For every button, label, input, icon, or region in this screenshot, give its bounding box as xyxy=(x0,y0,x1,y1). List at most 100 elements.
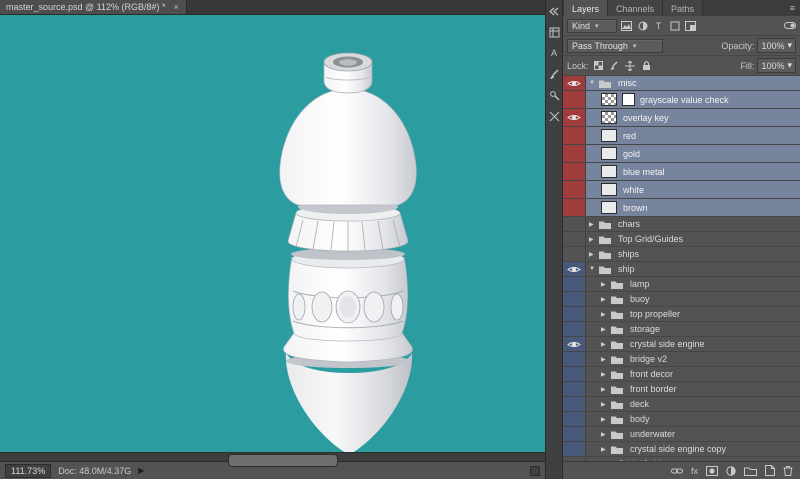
expand-toggle-icon[interactable]: ▶ xyxy=(601,281,610,288)
expand-toggle-icon[interactable]: ▶ xyxy=(601,401,610,408)
layer-name[interactable]: blue metal xyxy=(623,167,665,177)
layer-row[interactable]: gold xyxy=(563,145,800,163)
canvas[interactable] xyxy=(0,15,545,452)
layer-name[interactable]: crystal side engine copy xyxy=(630,444,726,454)
expand-toggle-icon[interactable]: ▶ xyxy=(601,371,610,378)
visibility-toggle[interactable] xyxy=(563,337,586,351)
brush-panel-icon[interactable] xyxy=(548,68,560,80)
layer-name[interactable]: gold xyxy=(623,149,640,159)
expand-toggle-icon[interactable]: ▶ xyxy=(601,431,610,438)
delete-layer-icon[interactable] xyxy=(783,465,793,476)
close-icon[interactable]: × xyxy=(174,2,179,12)
new-group-icon[interactable] xyxy=(744,466,757,476)
layer-name[interactable]: body xyxy=(630,414,650,424)
layer-row[interactable]: ▶ crystal side engine xyxy=(563,337,800,352)
layer-name[interactable]: misc xyxy=(618,78,637,88)
visibility-toggle[interactable] xyxy=(563,307,586,321)
collapse-panels-icon[interactable] xyxy=(548,5,560,17)
layer-row[interactable]: ▼ misc xyxy=(563,76,800,91)
layer-mask-thumbnail[interactable] xyxy=(622,93,635,106)
visibility-toggle[interactable] xyxy=(563,181,586,198)
visibility-toggle[interactable] xyxy=(563,412,586,426)
lock-all-icon[interactable] xyxy=(640,59,653,72)
visibility-toggle[interactable] xyxy=(563,262,586,276)
layer-row[interactable]: grayscale value check xyxy=(563,91,800,109)
link-layers-icon[interactable] xyxy=(670,467,683,475)
add-layer-mask-icon[interactable] xyxy=(706,465,718,476)
visibility-toggle[interactable] xyxy=(563,292,586,306)
layer-name[interactable]: red xyxy=(623,131,636,141)
visibility-toggle[interactable] xyxy=(563,76,586,90)
type-filter-icon[interactable]: T xyxy=(652,19,665,32)
lock-position-icon[interactable] xyxy=(624,59,637,72)
layer-row[interactable]: ▶ top propeller xyxy=(563,307,800,322)
layer-row[interactable]: white xyxy=(563,181,800,199)
layer-row[interactable]: ▶ buoy xyxy=(563,292,800,307)
layer-row-body[interactable]: ▶ front border xyxy=(586,382,800,396)
blend-mode-select[interactable]: Pass Through ▾ xyxy=(567,38,663,53)
layer-name[interactable]: Top Grid/Guides xyxy=(618,234,683,244)
visibility-toggle[interactable] xyxy=(563,109,586,126)
layer-row[interactable]: ▶ deck xyxy=(563,397,800,412)
visibility-toggle[interactable] xyxy=(563,247,586,261)
layer-row-body[interactable]: ▶ ships xyxy=(586,247,800,261)
expand-toggle-icon[interactable]: ▶ xyxy=(601,296,610,303)
layer-thumbnail[interactable] xyxy=(601,183,617,196)
layer-row[interactable]: overlay key xyxy=(563,109,800,127)
clone-source-panel-icon[interactable] xyxy=(548,110,560,122)
smart-object-filter-icon[interactable] xyxy=(684,19,697,32)
layer-row[interactable]: ▼ ship xyxy=(563,262,800,277)
layer-row[interactable]: ▶ crystal side engine copy xyxy=(563,442,800,457)
fill-value[interactable]: 100% ▾ xyxy=(757,58,796,73)
expand-toggle-icon[interactable]: ▶ xyxy=(601,326,610,333)
horizontal-scrollbar-thumb[interactable] xyxy=(228,454,338,467)
layer-row-body[interactable]: ▶ lamp xyxy=(586,277,800,291)
layer-row[interactable]: ▶ bridge v2 xyxy=(563,352,800,367)
layer-name[interactable]: white xyxy=(623,185,644,195)
layer-row-body[interactable]: white xyxy=(586,181,800,198)
layer-row-body[interactable]: ▶ bridge v2 xyxy=(586,352,800,366)
layer-row[interactable]: red xyxy=(563,127,800,145)
visibility-toggle[interactable] xyxy=(563,232,586,246)
expand-toggle-icon[interactable]: ▶ xyxy=(589,221,598,228)
canvas-artwork[interactable] xyxy=(0,15,545,452)
pixel-filter-icon[interactable] xyxy=(620,19,633,32)
layer-name[interactable]: overlay key xyxy=(623,113,669,123)
layer-name[interactable]: underwater xyxy=(630,429,675,439)
expand-toggle-icon[interactable]: ▶ xyxy=(601,311,610,318)
expand-toggle-icon[interactable]: ▶ xyxy=(601,356,610,363)
layer-thumbnail[interactable] xyxy=(601,93,617,106)
tab-paths[interactable]: Paths xyxy=(663,0,704,16)
tab-channels[interactable]: Channels xyxy=(608,0,664,16)
layer-row-body[interactable]: ▶ top propeller xyxy=(586,307,800,321)
lock-transparency-icon[interactable] xyxy=(592,59,605,72)
layer-row-body[interactable]: ▶ Top Grid/Guides xyxy=(586,232,800,246)
layer-name[interactable]: grayscale value check xyxy=(640,95,729,105)
visibility-toggle[interactable] xyxy=(563,427,586,441)
visibility-toggle[interactable] xyxy=(563,322,586,336)
zoom-level-field[interactable]: 111.73% xyxy=(5,463,52,478)
layer-row-body[interactable]: ▶ storage xyxy=(586,322,800,336)
expand-toggle-icon[interactable]: ▶ xyxy=(601,446,610,453)
new-layer-icon[interactable] xyxy=(765,465,775,476)
expand-toggle-icon[interactable]: ▶ xyxy=(589,236,598,243)
expand-toggle-icon[interactable]: ▶ xyxy=(601,341,610,348)
layer-row-body[interactable]: ▶ chars xyxy=(586,217,800,231)
layer-thumbnail[interactable] xyxy=(601,147,617,160)
expand-toggle-icon[interactable]: ▶ xyxy=(601,386,610,393)
layer-row[interactable]: ▶ chars xyxy=(563,217,800,232)
layer-row-body[interactable]: overlay key xyxy=(586,109,800,126)
layer-row-body[interactable]: brown xyxy=(586,199,800,216)
layer-row-body[interactable]: ▶ underwater xyxy=(586,427,800,441)
layer-row[interactable]: blue metal xyxy=(563,163,800,181)
layer-row-body[interactable]: gold xyxy=(586,145,800,162)
visibility-toggle[interactable] xyxy=(563,145,586,162)
layer-row-body[interactable]: ▶ deck xyxy=(586,397,800,411)
shape-filter-icon[interactable] xyxy=(668,19,681,32)
layer-row[interactable]: ▶ storage xyxy=(563,322,800,337)
layer-row[interactable]: ▶ lamp xyxy=(563,277,800,292)
layer-row-body[interactable]: ▶ body xyxy=(586,412,800,426)
opacity-value[interactable]: 100% ▾ xyxy=(757,38,796,53)
visibility-toggle[interactable] xyxy=(563,352,586,366)
layer-row-body[interactable]: ▶ crystal side engine copy xyxy=(586,442,800,456)
